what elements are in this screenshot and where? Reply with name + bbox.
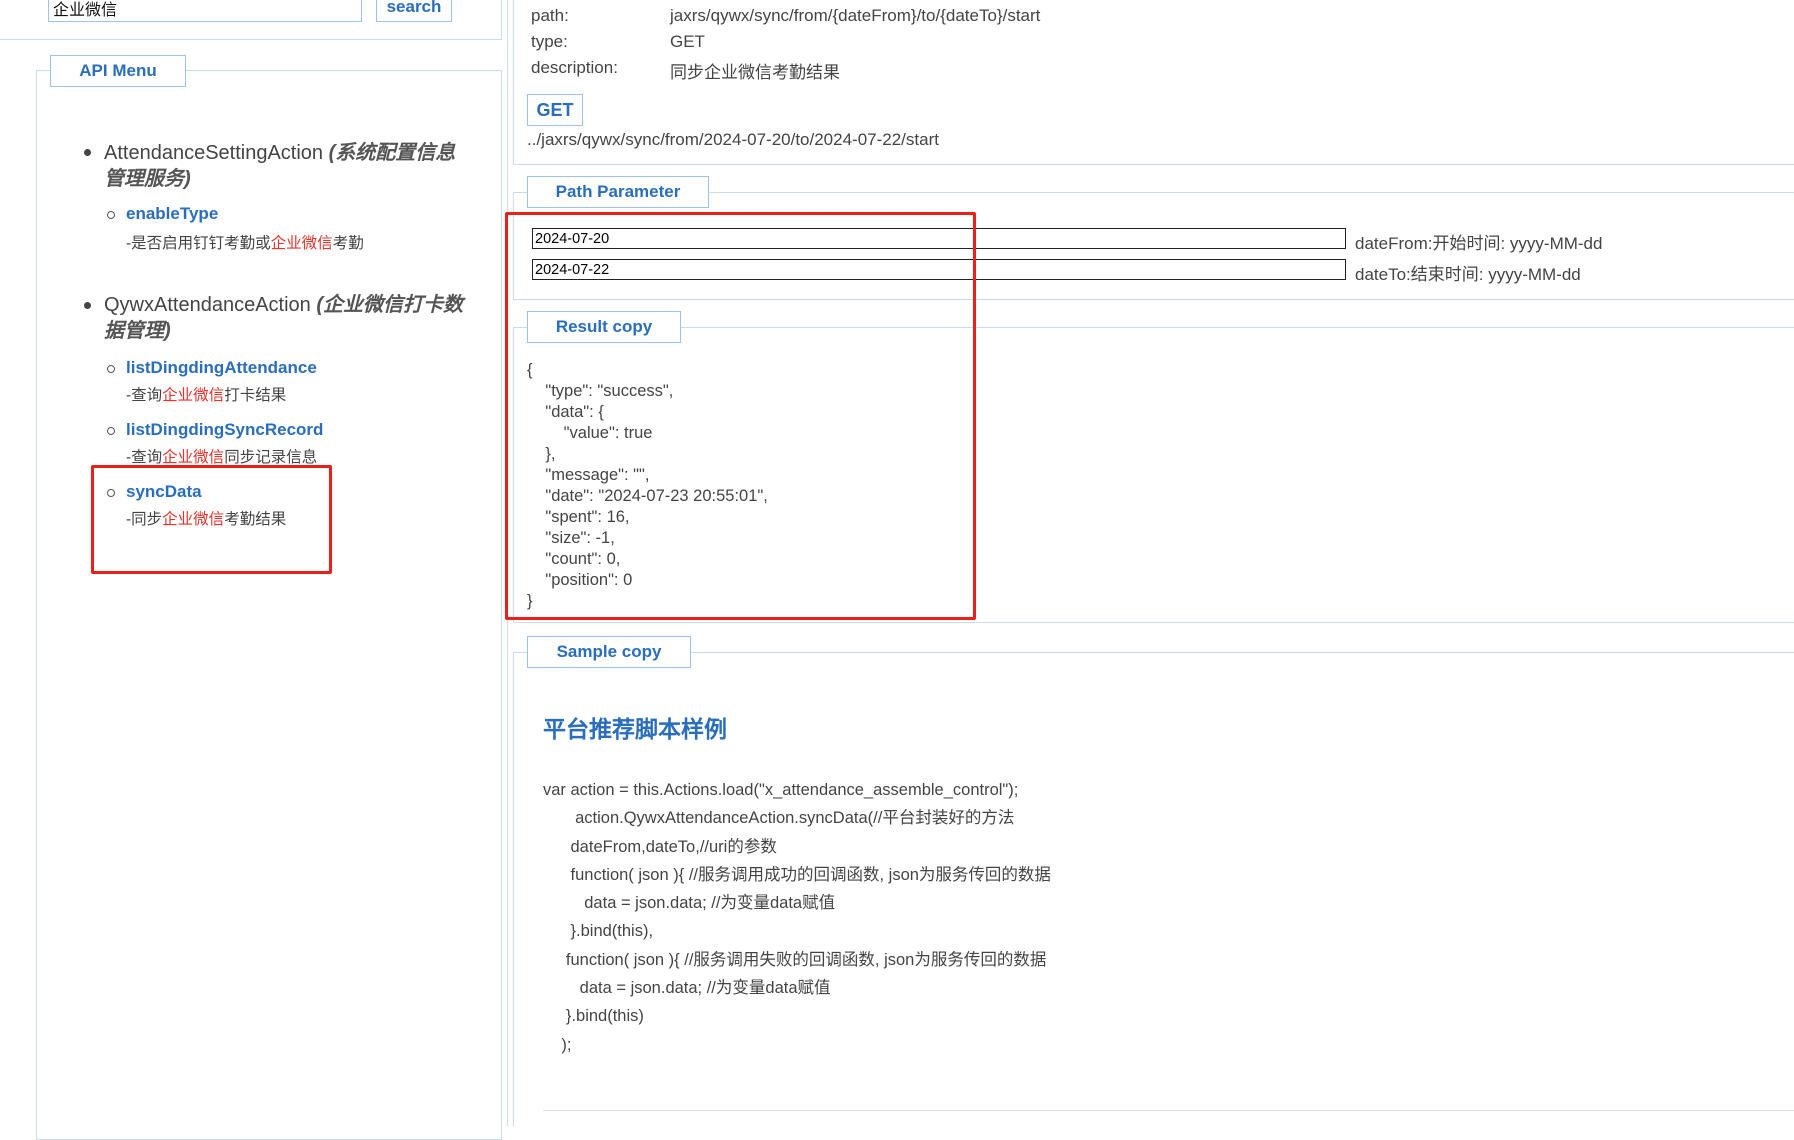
code-line: );	[543, 1035, 572, 1054]
menu-item-enabletype[interactable]: enableType	[126, 204, 218, 224]
sample-copy-button[interactable]: Sample copy	[527, 636, 691, 668]
bullet-icon	[84, 149, 91, 156]
description-label: description:	[531, 58, 618, 77]
code-line: }.bind(this),	[543, 922, 654, 941]
path-parameter-title: Path Parameter	[527, 176, 709, 208]
highlight-annotation-syncdata	[91, 465, 332, 574]
description-value: 同步企业微信考勤结果	[670, 63, 840, 82]
sample-code: var action = this.Actions.load("x_attend…	[543, 776, 1051, 1059]
menu-item-desc: -是否启用钉钉考勤或企业微信考勤	[126, 235, 364, 252]
action-group-qywx-attendance: QywxAttendanceAction (企业微信打卡数 据管理)	[104, 292, 484, 344]
search-button[interactable]: search	[376, 0, 452, 22]
divider	[513, 164, 1794, 165]
menu-item-desc: -查询企业微信同步记录信息	[126, 449, 318, 466]
highlight-annotation-result	[505, 212, 976, 620]
circle-bullet-icon	[107, 365, 115, 373]
menu-item-listdingdingattendance[interactable]: listDingdingAttendance	[126, 358, 317, 378]
dateto-note: dateTo:结束时间: yyyy-MM-dd	[1355, 265, 1581, 284]
action-desc-cont: 据管理)	[104, 320, 171, 342]
path-label: path:	[531, 6, 569, 25]
type-value: GET	[670, 32, 705, 51]
get-method-button[interactable]: GET	[527, 94, 583, 126]
menu-item-listdingdingsyncrecord[interactable]: listDingdingSyncRecord	[126, 420, 323, 440]
code-line: function( json ){ //服务调用成功的回调函数, json为服务…	[543, 865, 1051, 884]
type-label: type:	[531, 32, 568, 51]
action-desc: (企业微信打卡数	[316, 294, 464, 316]
code-line: data = json.data; //为变量data赋值	[543, 979, 831, 998]
action-name: QywxAttendanceAction	[104, 294, 311, 316]
search-input[interactable]	[48, 0, 362, 22]
action-desc: (系统配置信息	[328, 142, 456, 164]
menu-item-desc: -查询企业微信打卡结果	[126, 387, 287, 404]
divider	[513, 652, 1794, 653]
action-desc-cont: 管理服务)	[104, 168, 191, 190]
divider	[543, 1110, 1794, 1111]
code-line: action.QywxAttendanceAction.syncData(//平…	[543, 809, 1015, 828]
request-url: ../jaxrs/qywx/sync/from/2024-07-20/to/20…	[527, 130, 939, 149]
circle-bullet-icon	[107, 427, 115, 435]
code-line: function( json ){ //服务调用失败的回调函数, json为服务…	[543, 950, 1047, 969]
code-line: dateFrom,dateTo,//uri的参数	[543, 837, 777, 856]
code-line: data = json.data; //为变量data赋值	[543, 894, 836, 913]
bullet-icon	[84, 302, 91, 309]
code-line: }.bind(this)	[543, 1007, 644, 1026]
api-menu-title: API Menu	[50, 55, 186, 87]
divider	[513, 0, 514, 165]
path-value: jaxrs/qywx/sync/from/{dateFrom}/to/{date…	[670, 6, 1041, 25]
divider	[513, 622, 1794, 623]
action-group-attendance-setting: AttendanceSettingAction (系统配置信息 管理服务)	[104, 140, 484, 192]
code-line: var action = this.Actions.load("x_attend…	[543, 781, 1019, 799]
divider	[513, 652, 514, 1126]
action-name: AttendanceSettingAction	[104, 142, 324, 164]
circle-bullet-icon	[107, 211, 115, 219]
sample-heading: 平台推荐脚本样例	[543, 716, 727, 742]
datefrom-note: dateFrom:开始时间: yyyy-MM-dd	[1355, 234, 1603, 253]
